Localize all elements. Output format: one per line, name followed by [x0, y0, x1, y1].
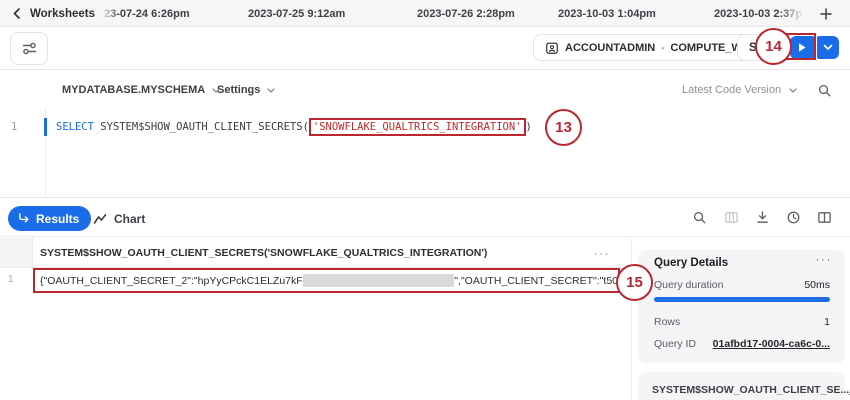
sliders-icon — [22, 42, 36, 55]
sql-close-paren: ) — [525, 121, 532, 133]
share-button[interactable]: Share — [737, 34, 793, 61]
results-download-button[interactable] — [754, 209, 771, 226]
play-icon — [799, 43, 806, 52]
context-separator: • — [661, 42, 665, 53]
worksheet-tab[interactable]: 2023-10-03 2:37pm — [714, 0, 812, 27]
result-row-highlighted[interactable]: {"OAUTH_CLIENT_SECRET_2":"hpYyCPckC1ELZu… — [33, 268, 620, 293]
results-tab-label: Results — [36, 211, 80, 226]
results-toolbar: Results Chart — [0, 197, 850, 237]
sql-keyword: SELECT — [56, 121, 94, 133]
query-details-menu-button[interactable]: ··· — [816, 252, 833, 266]
row-number: 1 — [8, 274, 14, 285]
query-details-title: Query Details — [654, 257, 729, 269]
run-query-button[interactable] — [790, 36, 814, 59]
sql-statement[interactable]: SELECT SYSTEM$SHOW_OAUTH_CLIENT_SECRETS(… — [56, 118, 532, 136]
worksheet-tab[interactable]: 2023-07-26 2:28pm — [417, 0, 515, 27]
settings-menu[interactable]: Settings — [217, 84, 276, 96]
secret-json-prefix: {"OAUTH_CLIENT_SECRET_2":"hpYyCPckC1ELZu… — [40, 274, 303, 287]
sql-editor: MYDATABASE.MYSCHEMA Settings Latest Code… — [0, 70, 850, 197]
caret-down-icon — [789, 87, 797, 93]
search-icon — [693, 211, 706, 224]
chart-line-icon — [93, 213, 107, 224]
sql-string-highlighted: 'SNOWFLAKE_QUALTRICS_INTEGRATION' — [308, 118, 526, 136]
line-number: 1 — [11, 121, 18, 133]
new-worksheet-button[interactable] — [816, 4, 836, 24]
back-to-worksheets-button[interactable]: Worksheets — [12, 0, 95, 27]
chart-tab-label: Chart — [114, 211, 146, 226]
results-panel-divider — [631, 238, 632, 400]
code-version-selector[interactable]: Latest Code Version — [682, 84, 797, 96]
table-column-header[interactable]: SYSTEM$SHOW_OAUTH_CLIENT_SECRETS('SNOWFL… — [33, 238, 632, 268]
worksheet-tab-bar: Worksheets 23-07-24 6:26pm 2023-07-25 9:… — [0, 0, 850, 27]
back-label: Worksheets — [30, 7, 95, 20]
result-column-name: SYSTEM$SHOW_OAUTH_CLIENT_SE... — [652, 384, 850, 396]
table-corner-cell — [0, 238, 33, 268]
chevron-left-icon — [13, 8, 20, 19]
results-panel-layout-button[interactable] — [816, 209, 833, 226]
query-duration-value: 50ms — [804, 279, 830, 291]
column-menu-button[interactable]: ··· — [594, 238, 611, 268]
download-icon — [757, 211, 768, 223]
rows-value: 1 — [824, 316, 830, 328]
query-duration-label: Query duration — [654, 279, 724, 291]
rows-label: Rows — [654, 316, 681, 328]
query-details-card: Query Details ··· Query duration 50ms Ro… — [638, 250, 845, 363]
settings-label: Settings — [217, 84, 261, 96]
columns-icon — [725, 212, 738, 223]
column-header-label: SYSTEM$SHOW_OAUTH_CLIENT_SECRETS('SNOWFL… — [40, 246, 488, 259]
results-search-button[interactable] — [691, 209, 708, 226]
query-duration-bar — [654, 297, 830, 302]
split-panel-icon — [818, 212, 831, 223]
results-history-button[interactable] — [785, 209, 802, 226]
worksheet-tab[interactable]: 2023-10-03 1:04pm — [558, 0, 656, 27]
search-icon — [818, 84, 831, 97]
clock-icon — [787, 211, 800, 224]
schema-label: MYDATABASE.MYSCHEMA — [62, 84, 206, 96]
worksheet-filters-button[interactable] — [10, 32, 48, 65]
worksheet-tab[interactable]: 2023-07-25 9:12am — [248, 0, 345, 27]
secret-json-suffix: ","OAUTH_CLIENT_SECRET":"t50 — [454, 274, 618, 287]
role-badge-icon — [546, 42, 558, 54]
result-column-card: SYSTEM$SHOW_OAUTH_CLIENT_SE... A — [638, 372, 850, 400]
plus-icon — [820, 8, 832, 20]
snowsight-worksheet-window: Worksheets 23-07-24 6:26pm 2023-07-25 9:… — [0, 0, 850, 400]
role-label: ACCOUNTADMIN — [565, 41, 656, 54]
code-version-label: Latest Code Version — [682, 84, 782, 96]
worksheet-action-bar: ACCOUNTADMIN • COMPUTE_WH Share — [0, 27, 850, 70]
editor-search-button[interactable] — [816, 82, 833, 99]
query-id-label: Query ID — [654, 338, 697, 350]
results-columns-button[interactable] — [723, 209, 740, 226]
caret-down-icon — [267, 87, 276, 93]
query-id-link[interactable]: 01afbd17-0004-ca6c-0... — [713, 338, 830, 350]
tab-results[interactable]: Results — [8, 206, 92, 231]
worksheet-tab[interactable]: 23-07-24 6:26pm — [104, 0, 190, 27]
run-options-button[interactable] — [817, 36, 839, 59]
redacted-secret-value — [302, 274, 455, 287]
share-label: Share — [749, 41, 781, 54]
chevron-down-icon — [823, 44, 833, 50]
editor-cursor — [44, 118, 47, 136]
results-arrow-icon — [19, 213, 29, 223]
schema-selector[interactable]: MYDATABASE.MYSCHEMA — [62, 84, 220, 96]
session-context-selector[interactable]: ACCOUNTADMIN • COMPUTE_WH — [533, 34, 762, 61]
sql-function: SYSTEM$SHOW_OAUTH_CLIENT_SECRETS( — [100, 121, 309, 133]
tab-chart[interactable]: Chart — [93, 206, 145, 231]
